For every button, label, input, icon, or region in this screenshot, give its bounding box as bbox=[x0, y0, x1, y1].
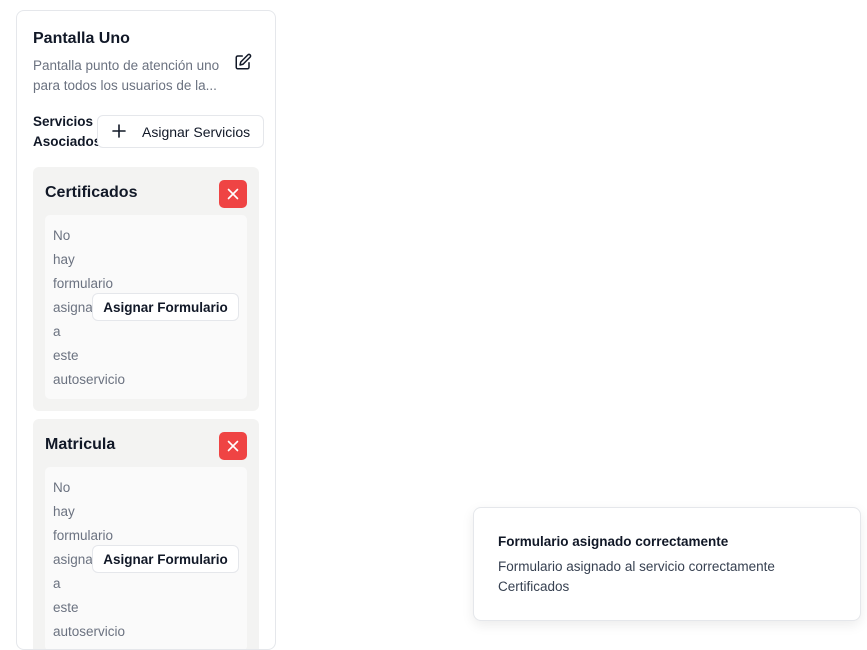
no-form-line: a bbox=[53, 324, 61, 339]
no-form-line: No bbox=[53, 480, 71, 495]
associated-services-label-line1: Servicios bbox=[33, 114, 94, 129]
form-assignment-panel: No hay formulario asignado a este autose… bbox=[45, 215, 247, 399]
service-name: Matricula bbox=[45, 436, 116, 453]
screen-description: Pantalla punto de atención uno para todo… bbox=[33, 56, 233, 96]
no-form-line: autoservicio bbox=[53, 624, 126, 639]
associated-services-label: Servicios Asociados bbox=[33, 112, 103, 152]
remove-service-button[interactable] bbox=[219, 180, 247, 208]
assign-services-button[interactable]: Asignar Servicios bbox=[97, 115, 264, 148]
no-form-line: No bbox=[53, 228, 71, 243]
edit-screen-button[interactable] bbox=[234, 53, 252, 71]
no-form-line: hay bbox=[53, 252, 75, 267]
no-form-line: hay bbox=[53, 504, 75, 519]
toast-body-line2: Certificados bbox=[498, 579, 570, 594]
edit-icon bbox=[235, 53, 252, 70]
assign-services-label: Asignar Servicios bbox=[142, 123, 251, 140]
close-icon bbox=[227, 188, 239, 200]
screen-description-line1: Pantalla punto de atención uno bbox=[33, 58, 220, 73]
service-name: Certificados bbox=[45, 184, 138, 201]
screen-card: Pantalla Uno Pantalla punto de atención … bbox=[16, 10, 276, 650]
success-toast: Formulario asignado correctamente Formul… bbox=[473, 507, 861, 621]
service-card-matricula: Matricula No hay formulario asignado a e… bbox=[33, 419, 259, 649]
no-form-line: formulario bbox=[53, 528, 114, 543]
screen-title: Pantalla Uno bbox=[33, 30, 130, 47]
close-icon bbox=[227, 440, 239, 452]
no-form-message: No hay formulario asignado a este autose… bbox=[53, 224, 126, 392]
no-form-line: asignado bbox=[53, 300, 93, 315]
no-form-line: este bbox=[53, 348, 79, 363]
no-form-line: a bbox=[53, 576, 61, 591]
service-card-certificados: Certificados No hay formulario asignado … bbox=[33, 167, 259, 411]
no-form-line: autoservicio bbox=[53, 372, 126, 387]
plus-icon bbox=[112, 123, 126, 141]
no-form-line: formulario bbox=[53, 276, 114, 291]
toast-body-line1: Formulario asignado al servicio correcta… bbox=[498, 559, 775, 574]
assign-form-button[interactable]: Asignar Formulario bbox=[92, 545, 239, 573]
toast-title: Formulario asignado correctamente bbox=[498, 534, 729, 549]
assign-form-button[interactable]: Asignar Formulario bbox=[92, 293, 239, 321]
toast-body: Formulario asignado al servicio correcta… bbox=[498, 557, 818, 597]
no-form-line: este bbox=[53, 600, 79, 615]
form-assignment-panel: No hay formulario asignado a este autose… bbox=[45, 467, 247, 649]
remove-service-button[interactable] bbox=[219, 432, 247, 460]
associated-services-label-line2: Asociados bbox=[33, 134, 102, 149]
no-form-message: No hay formulario asignado a este autose… bbox=[53, 476, 126, 644]
screen-description-line2: para todos los usuarios de la... bbox=[33, 78, 217, 93]
no-form-line: asignado bbox=[53, 552, 93, 567]
